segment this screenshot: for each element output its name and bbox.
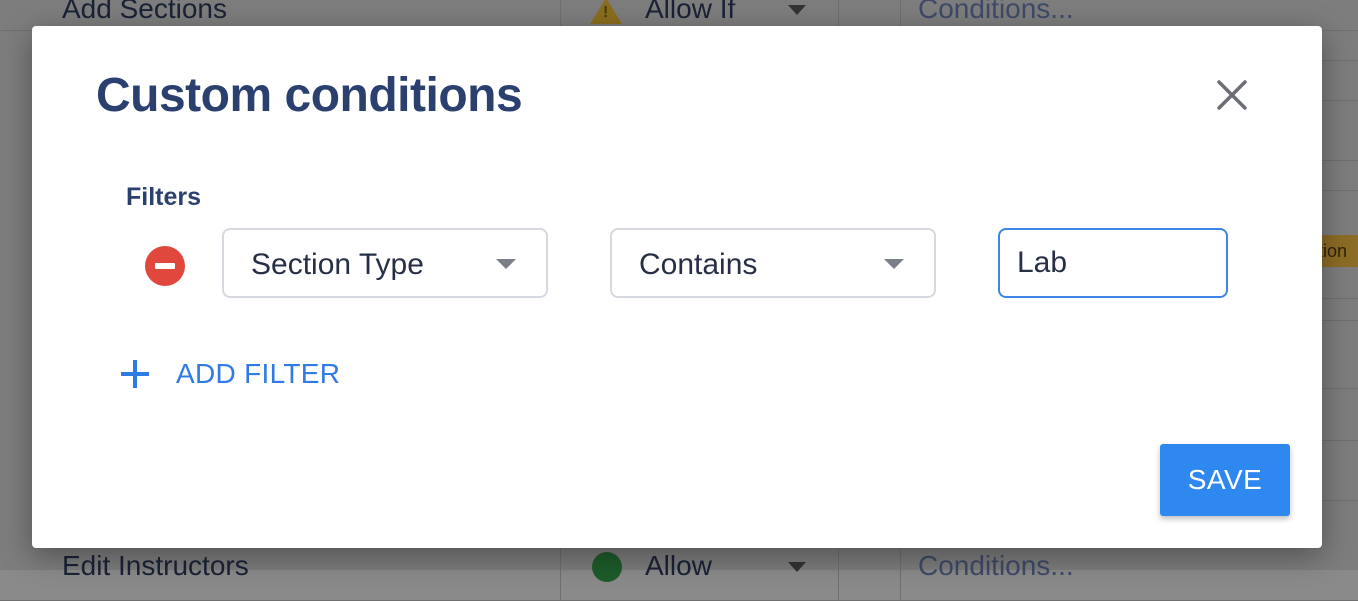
filter-field-value: Section Type (251, 248, 424, 281)
close-icon (1217, 80, 1247, 110)
dialog-title: Custom conditions (96, 69, 523, 122)
row-label: Edit Instructors (62, 550, 249, 581)
plus-icon (120, 359, 150, 389)
filters-label: Filters (126, 183, 202, 211)
save-button[interactable]: SAVE (1160, 444, 1290, 516)
permission-row: Edit Instructors Allow Conditions... (0, 540, 1358, 601)
filter-value-input[interactable] (998, 228, 1228, 298)
chevron-down-icon (788, 562, 806, 572)
chevron-down-icon (884, 259, 904, 269)
check-circle-icon (592, 552, 622, 582)
custom-conditions-dialog: Custom conditions Filters Section Type C… (32, 26, 1322, 548)
add-filter-button[interactable]: ADD FILTER (120, 352, 340, 396)
close-button[interactable] (1215, 78, 1249, 112)
permission-select[interactable]: Allow If (645, 0, 735, 25)
filter-operator-value: Contains (639, 248, 758, 281)
chevron-down-icon (788, 5, 806, 15)
add-filter-label: ADD FILTER (176, 358, 341, 389)
conditions-link[interactable]: Conditions... (918, 0, 1074, 25)
chevron-down-icon (496, 259, 516, 269)
row-label: Add Sections (62, 0, 227, 24)
remove-filter-button[interactable] (145, 246, 185, 286)
filter-field-select[interactable]: Section Type (222, 228, 548, 298)
filter-operator-select[interactable]: Contains (610, 228, 936, 298)
conditions-link[interactable]: Conditions... (918, 550, 1074, 582)
permission-select[interactable]: Allow (645, 550, 712, 582)
